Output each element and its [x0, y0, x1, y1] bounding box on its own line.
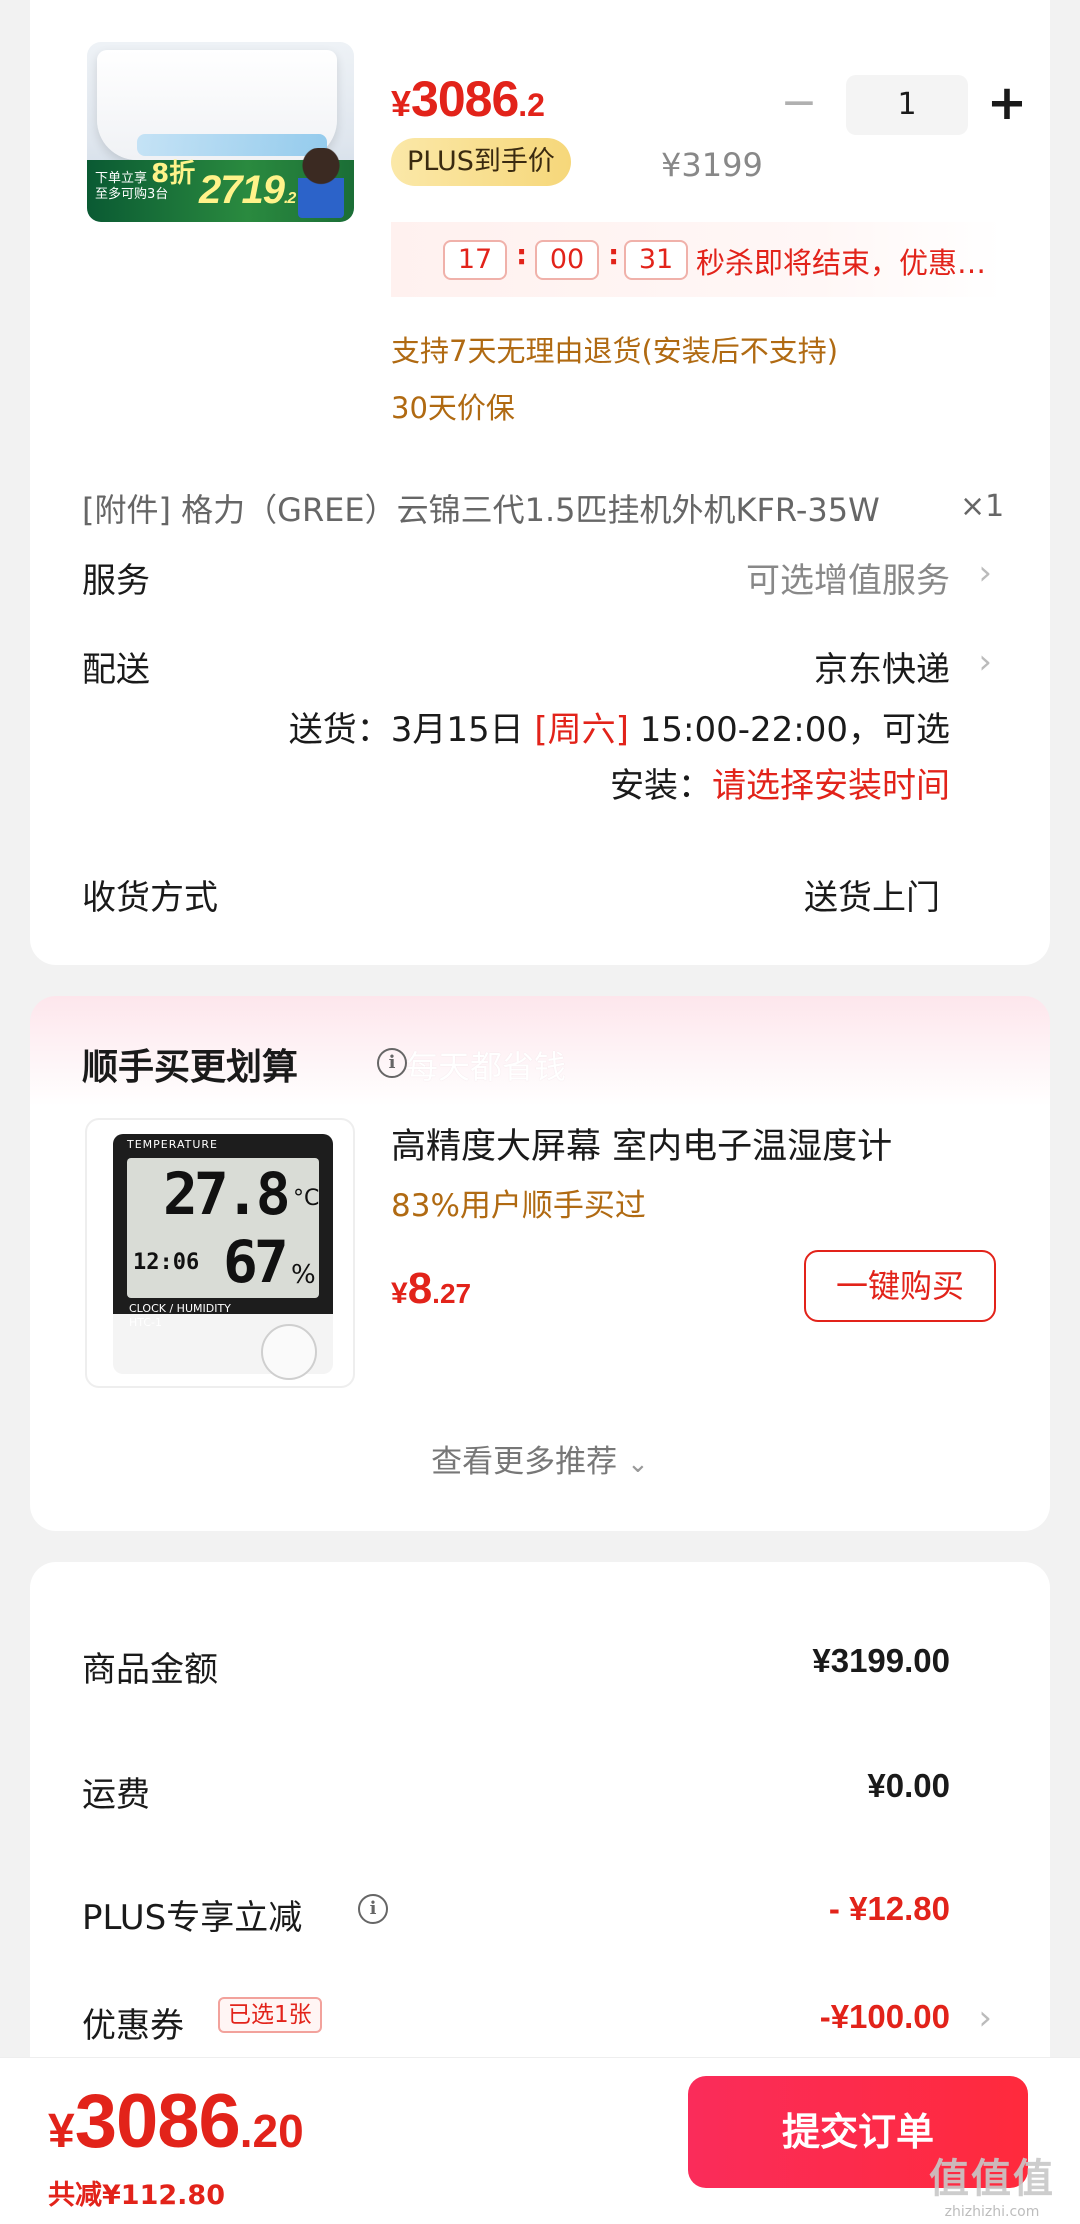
product-card: 下单立享 8折 至多可购3台 2719.2 ¥3086.2 − 1 + PLUS…: [30, 0, 1050, 965]
chevron-right-icon[interactable]: ›: [978, 553, 992, 593]
countdown-separator: :: [608, 238, 620, 271]
receive-label: 收货方式: [82, 878, 218, 918]
countdown-minutes: 00: [535, 240, 599, 280]
chevron-down-icon: ⌄: [627, 1449, 649, 1479]
airflow-graphic: [137, 134, 327, 156]
see-more-recommend[interactable]: 查看更多推荐 ⌄: [30, 1436, 1050, 1481]
decrease-quantity-button[interactable]: −: [774, 75, 824, 135]
recommend-card: 顺手买更划算 i 每天都省钱 TEMPERATURE 27.8 °C 12:06…: [30, 996, 1050, 1531]
recommend-price: ¥8.27: [391, 1264, 472, 1313]
plus-discount-value: - ¥12.80: [828, 1890, 950, 1927]
total-savings: 共减¥112.80: [48, 2180, 225, 2211]
return-policy: 支持7天无理由退货(安装后不支持): [391, 334, 839, 368]
spokesperson-graphic: [298, 148, 344, 218]
one-click-buy-button[interactable]: 一键购买: [804, 1250, 996, 1322]
delivery-time[interactable]: 送货：3月15日 [周六] 15:00-22:00，可选: [289, 702, 950, 751]
thermometer-graphic: TEMPERATURE 27.8 °C 12:06 67 % CLOCK / H…: [113, 1134, 333, 1380]
product-image[interactable]: 下单立享 8折 至多可购3台 2719.2: [87, 42, 354, 222]
info-icon[interactable]: i: [358, 1894, 388, 1924]
receive-value[interactable]: 送货上门: [804, 870, 940, 919]
product-price: ¥3086.2: [391, 71, 545, 127]
quantity-input[interactable]: 1: [846, 75, 968, 135]
accessory-count: ×1: [960, 489, 1005, 524]
accessory-item: [附件] 格力（GREE）云锦三代1.5匹挂机外机KFR-35W: [82, 491, 880, 529]
coupon-label: 优惠券: [82, 2006, 184, 2046]
countdown-hours: 17: [443, 240, 507, 280]
freight-value: ¥0.00: [867, 1767, 950, 1804]
promo-small-text: 下单立享 8折 至多可购3台: [95, 159, 196, 202]
info-icon[interactable]: i: [377, 1048, 407, 1078]
coupon-value[interactable]: -¥100.00: [820, 1998, 950, 2036]
recommend-bought-rate: 83%用户顺手买过: [391, 1188, 646, 1224]
flash-sale-text: 秒杀即将结束，优惠即将失效: [696, 246, 996, 280]
countdown-seconds: 31: [624, 240, 688, 280]
install-time[interactable]: 安装：请选择安装时间: [610, 758, 950, 807]
goods-amount-value: ¥3199.00: [812, 1642, 950, 1679]
thermometer-display: 27.8 °C 12:06 67 %: [127, 1158, 319, 1298]
freight-label: 运费: [82, 1775, 150, 1815]
recommend-title: 顺手买更划算: [82, 1047, 299, 1088]
shipping-value[interactable]: 京东快递: [814, 642, 950, 691]
checkout-bar: ¥3086.20 共减¥112.80 提交订单 值值值 zhizhizhi.co…: [0, 2057, 1080, 2224]
shipping-label: 配送: [82, 650, 150, 690]
service-value[interactable]: 可选增值服务: [746, 553, 950, 602]
recommend-product-name[interactable]: 高精度大屏幕 室内电子温湿度计: [391, 1118, 1021, 1169]
service-label: 服务: [82, 561, 150, 601]
promo-banner: 下单立享 8折 至多可购3台 2719.2: [87, 148, 354, 222]
promo-discount: 8折: [151, 159, 196, 189]
chevron-right-icon[interactable]: ›: [978, 642, 992, 682]
total-price: ¥3086.20: [48, 2079, 304, 2164]
site-watermark: 值值值 zhizhizhi.com: [929, 2156, 1055, 2220]
price-protection: 30天价保: [391, 391, 515, 425]
increase-quantity-button[interactable]: +: [982, 75, 1032, 135]
fan-icon: [261, 1324, 317, 1380]
chevron-right-icon[interactable]: ›: [978, 1998, 992, 2038]
recommend-product-image[interactable]: TEMPERATURE 27.8 °C 12:06 67 % CLOCK / H…: [85, 1118, 355, 1388]
countdown-separator: :: [516, 238, 528, 271]
recommend-subtitle: 每天都省钱: [406, 1048, 567, 1086]
plus-discount-label: PLUS专享立减: [82, 1898, 303, 1938]
coupon-selected-badge: 已选1张: [218, 1997, 322, 2033]
original-price: ¥3199: [661, 146, 763, 184]
flash-sale-banner: 17 : 00 : 31 秒杀即将结束，优惠即将失效: [391, 222, 1003, 297]
promo-price: 2719.2: [199, 168, 296, 212]
goods-amount-label: 商品金额: [82, 1650, 218, 1690]
quantity-stepper: − 1 +: [760, 75, 1030, 135]
plus-price-badge: PLUS到手价: [391, 138, 571, 186]
